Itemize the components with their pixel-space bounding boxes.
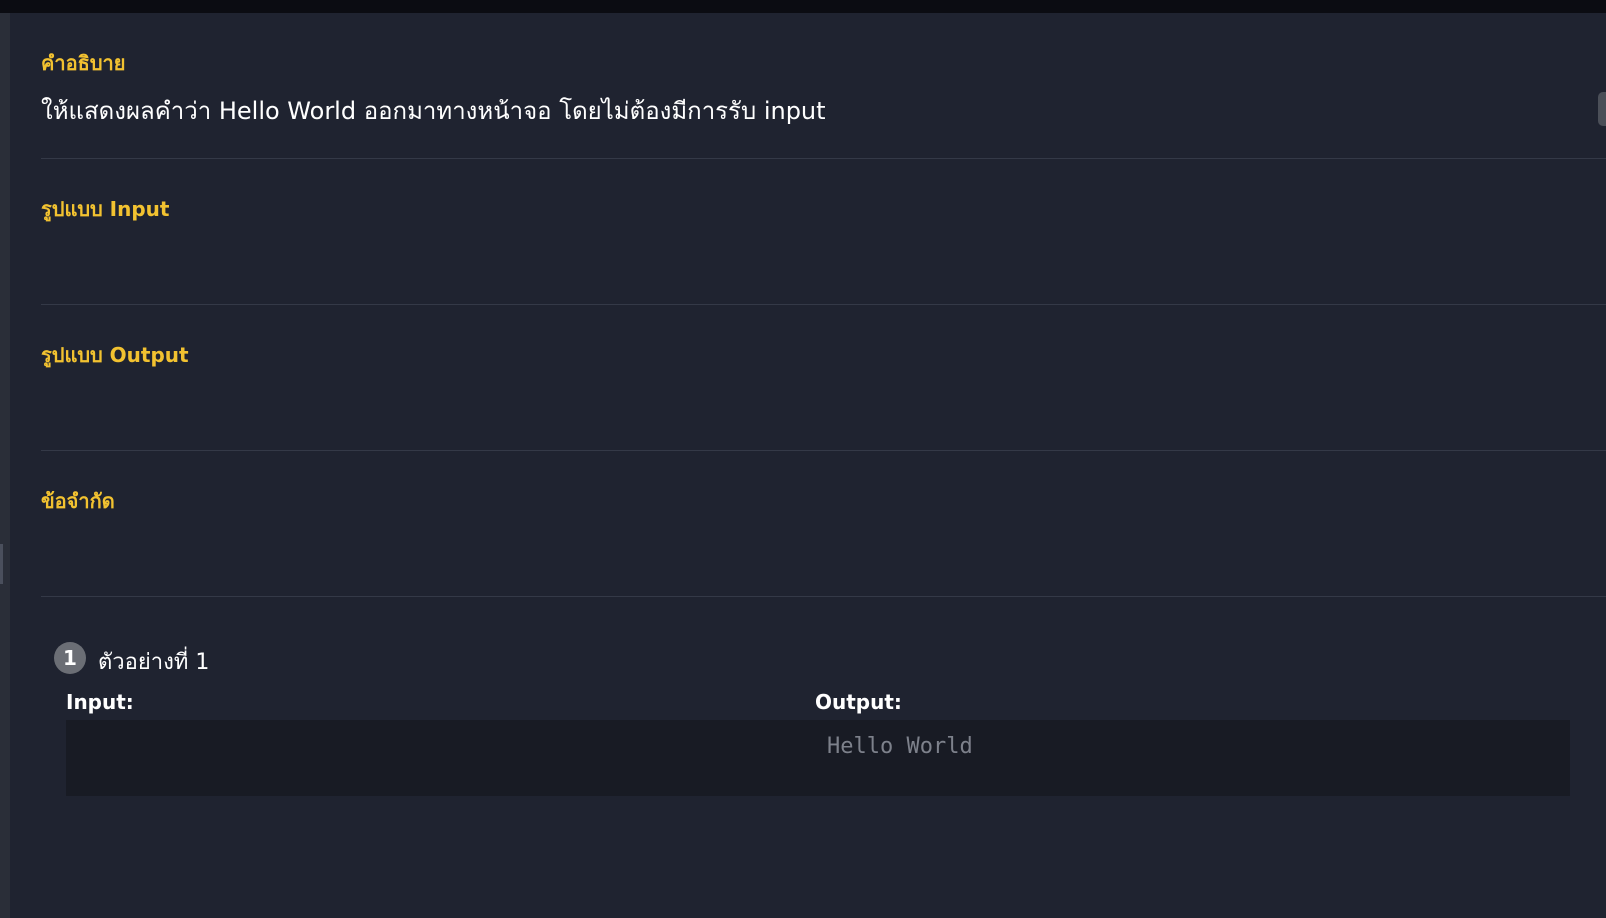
example-1: 1 ตัวอย่างที่ 1 Input: Output: Hello Wor…: [54, 640, 1594, 796]
top-bar: [0, 0, 1606, 13]
example-header: 1 ตัวอย่างที่ 1: [54, 640, 1594, 676]
description-title: คำอธิบาย: [41, 51, 126, 75]
constraints-title: ข้อจำกัด: [41, 489, 115, 513]
output-format-title: รูปแบบ Output: [41, 343, 189, 367]
input-format-title: รูปแบบ Input: [41, 197, 170, 221]
example-number-badge: 1: [54, 642, 86, 674]
constraints-section: ข้อจำกัด: [41, 451, 1606, 597]
example-output-label: Output:: [815, 690, 902, 714]
left-panel-edge: [0, 13, 10, 918]
output-format-section: รูปแบบ Output: [41, 305, 1606, 451]
example-input-box[interactable]: [66, 720, 821, 796]
left-resize-handle[interactable]: [0, 544, 3, 584]
description-text: ให้แสดงผลคำว่า Hello World ออกมาทางหน้าจ…: [41, 97, 826, 125]
description-section: คำอธิบาย ให้แสดงผลคำว่า Hello World ออกม…: [41, 13, 1606, 159]
example-title: ตัวอย่างที่ 1: [98, 650, 210, 675]
problem-content: คำอธิบาย ให้แสดงผลคำว่า Hello World ออกม…: [41, 13, 1606, 597]
example-output-box[interactable]: Hello World: [815, 720, 1570, 796]
example-input-label: Input:: [66, 690, 134, 714]
input-format-section: รูปแบบ Input: [41, 159, 1606, 305]
